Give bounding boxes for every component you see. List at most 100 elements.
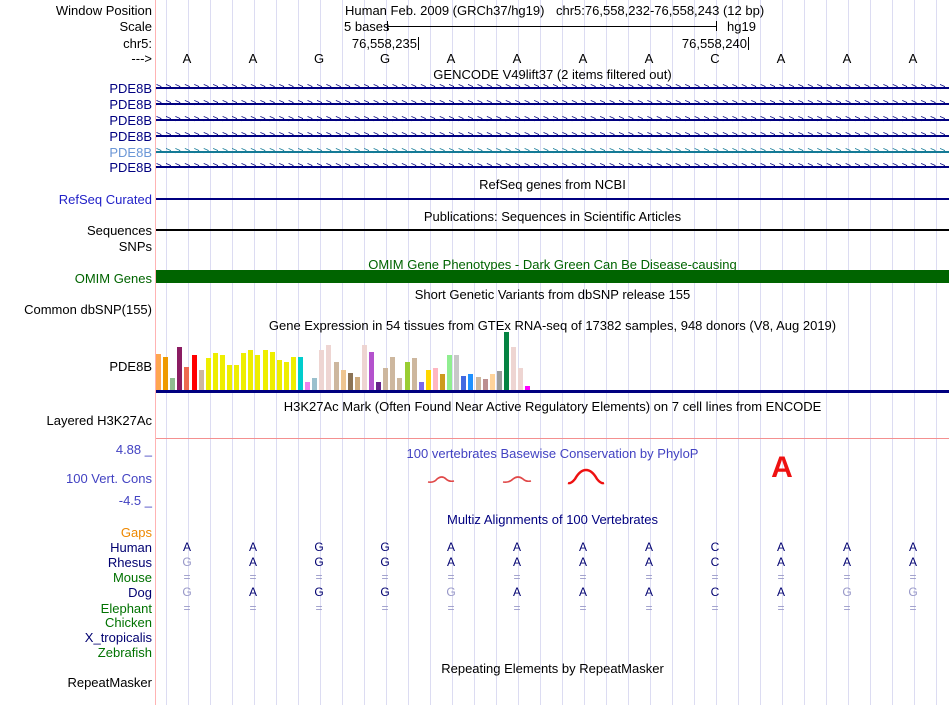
gene-label[interactable]: PDE8B [0,160,152,175]
gene-transcript-row[interactable]: >>>>>>>>>>>>>>>>>>>>>>>>>>>>>>>>>>>>>>>>… [156,113,949,127]
repeatmasker-title[interactable]: Repeating Elements by RepeatMasker [156,661,949,676]
gtex-bar[interactable] [340,370,346,390]
phylop-big-base: A [771,451,793,484]
dbsnp-label[interactable]: Common dbSNP(155) [0,302,152,317]
gtex-bar[interactable] [269,352,275,390]
gtex-bar[interactable] [511,347,516,390]
multiz-species-label[interactable]: X_tropicalis [0,630,152,645]
gtex-bar[interactable] [354,377,360,390]
gtex-bar[interactable] [290,357,296,390]
sequences-item-line[interactable] [156,229,949,231]
gene-transcript-row[interactable]: >>>>>>>>>>>>>>>>>>>>>>>>>>>>>>>>>>>>>>>>… [156,97,949,111]
refseq-gene-line[interactable] [156,198,949,200]
gtex-bar[interactable] [326,345,332,390]
repeatmasker-label[interactable]: RepeatMasker [0,675,152,690]
gencode-title[interactable]: GENCODE V49lift37 (2 items filtered out) [156,67,949,82]
gtex-bar[interactable] [198,370,204,390]
gtex-bar[interactable] [447,355,453,390]
gene-label[interactable]: PDE8B [0,129,152,144]
gtex-bar[interactable] [184,367,190,390]
gene-transcript-row[interactable]: >>>>>>>>>>>>>>>>>>>>>>>>>>>>>>>>>>>>>>>>… [156,160,949,174]
gtex-title[interactable]: Gene Expression in 54 tissues from GTEx … [156,318,949,333]
h3k27ac-label[interactable]: Layered H3K27Ac [0,413,152,428]
phylop-track-label[interactable]: 100 Vert. Cons [0,471,152,486]
gtex-bar[interactable] [177,347,183,390]
gtex-bar[interactable] [276,360,282,390]
gtex-bar[interactable] [418,382,424,390]
gene-label[interactable]: PDE8B [0,97,152,112]
gtex-bar[interactable] [262,350,268,390]
gtex-bar[interactable] [432,368,438,390]
multiz-species-label[interactable]: Zebrafish [0,645,152,660]
multiz-title[interactable]: Multiz Alignments of 100 Vertebrates [156,512,949,527]
base-letter: A [446,51,456,66]
alignment-base: = [711,601,719,615]
gtex-bar[interactable] [298,357,303,390]
gtex-bar[interactable] [475,377,481,390]
gtex-bar[interactable] [461,376,467,390]
gtex-bar[interactable] [156,354,161,390]
gtex-bar[interactable] [503,332,509,390]
gtex-gene-label[interactable]: PDE8B [0,359,152,374]
gtex-bar[interactable] [468,374,474,390]
gtex-bar[interactable] [191,355,197,390]
gtex-bar[interactable] [312,378,318,390]
assembly-text: Human Feb. 2009 (GRCh37/hg19) [345,3,545,18]
gtex-bar[interactable] [205,358,211,390]
sequences-label[interactable]: Sequences [0,223,152,238]
gtex-bar[interactable] [376,382,382,390]
gene-transcript-row[interactable]: >>>>>>>>>>>>>>>>>>>>>>>>>>>>>>>>>>>>>>>>… [156,145,949,159]
multiz-species-label[interactable]: Elephant [0,601,152,616]
gtex-bar[interactable] [241,353,247,390]
multiz-species-label[interactable]: Mouse [0,570,152,585]
base-letter: A [248,51,258,66]
gtex-bar[interactable] [425,370,431,390]
gtex-bar[interactable] [170,378,176,390]
gtex-bar[interactable] [496,371,502,390]
publications-title[interactable]: Publications: Sequences in Scientific Ar… [156,209,949,224]
gtex-bar[interactable] [397,378,403,390]
refseq-title[interactable]: RefSeq genes from NCBI [156,177,949,192]
gtex-bar[interactable] [404,362,410,390]
refseq-curated-label[interactable]: RefSeq Curated [0,192,152,207]
gtex-bar[interactable] [383,368,389,390]
gtex-bar[interactable] [518,368,524,390]
gene-transcript-row[interactable]: >>>>>>>>>>>>>>>>>>>>>>>>>>>>>>>>>>>>>>>>… [156,81,949,95]
gtex-bar[interactable] [255,355,261,390]
gtex-bar[interactable] [212,353,218,390]
h3k27ac-title[interactable]: H3K27Ac Mark (Often Found Near Active Re… [156,399,949,414]
phylop-wiggle[interactable]: A [156,444,949,504]
gtex-bar[interactable] [489,374,495,390]
multiz-species-label[interactable]: Chicken [0,615,152,630]
gtex-bar[interactable] [454,355,460,390]
gtex-bar[interactable] [283,362,289,390]
multiz-species-label[interactable]: Rhesus [0,555,152,570]
gtex-bar[interactable] [482,379,488,390]
gtex-bar[interactable] [163,357,169,390]
gtex-bar[interactable] [234,365,240,390]
alignment-base: = [447,601,455,615]
gtex-bar[interactable] [333,362,339,390]
gtex-bar[interactable] [227,365,232,390]
gene-label[interactable]: PDE8B [0,113,152,128]
gtex-bar[interactable] [440,374,445,390]
snps-label[interactable]: SNPs [0,239,152,254]
gene-label[interactable]: PDE8B [0,81,152,96]
gene-transcript-row[interactable]: >>>>>>>>>>>>>>>>>>>>>>>>>>>>>>>>>>>>>>>>… [156,129,949,143]
multiz-species-label[interactable]: Human [0,540,152,555]
multiz-species-label[interactable]: Gaps [0,525,152,540]
gtex-bar[interactable] [319,350,325,390]
gtex-bar[interactable] [248,350,254,390]
gtex-bar[interactable] [347,373,353,390]
gtex-bar[interactable] [361,345,367,390]
gtex-bar[interactable] [411,358,417,390]
dbsnp-title[interactable]: Short Genetic Variants from dbSNP releas… [156,287,949,302]
omim-genes-label[interactable]: OMIM Genes [0,271,152,286]
omim-gene-bar[interactable] [156,270,949,283]
gene-label[interactable]: PDE8B [0,145,152,160]
gtex-bar[interactable] [305,382,311,390]
multiz-species-label[interactable]: Dog [0,585,152,600]
gtex-bar[interactable] [390,357,396,390]
gtex-bar[interactable] [219,355,225,390]
gtex-bar[interactable] [369,352,374,390]
